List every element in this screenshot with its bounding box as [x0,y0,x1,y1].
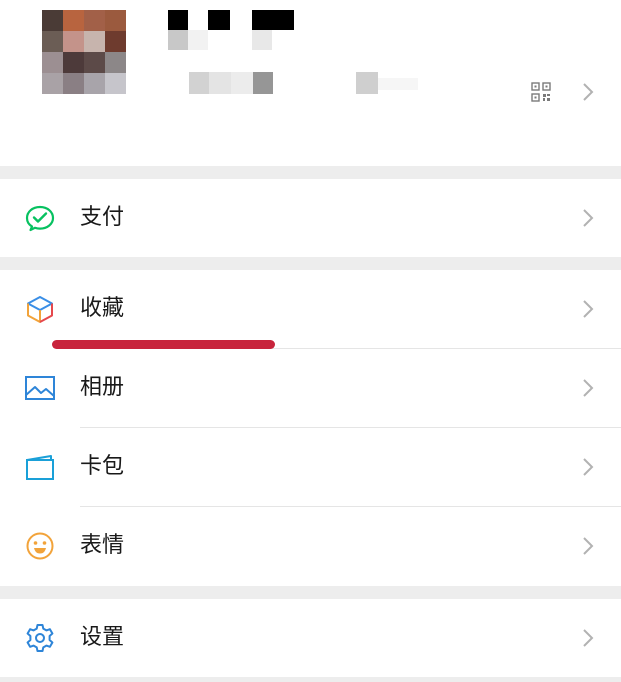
menu-item-label: 收藏 [80,296,125,321]
menu-item-pay[interactable]: 支付 [0,179,621,257]
card-icon [26,455,54,480]
smiley-icon [26,532,54,560]
menu-item-label: 支付 [80,205,125,230]
gear-icon [26,624,54,652]
chevron-right-icon [583,629,594,647]
wechat-pay-icon [25,205,55,232]
menu-item-stickers[interactable]: 表情 [0,507,621,585]
menu-item-label: 设置 [80,625,125,650]
menu-item-label: 相册 [80,375,125,400]
menu-item-cards[interactable]: 卡包 [0,428,621,506]
chevron-right-icon [583,300,594,318]
qr-code-icon[interactable] [531,82,551,102]
pay-section: 支付 [0,179,621,257]
menu-item-settings[interactable]: 设置 [0,599,621,677]
chevron-right-icon [583,537,594,555]
menu-item-album[interactable]: 相册 [0,349,621,427]
chevron-right-icon [583,458,594,476]
chevron-right-icon [583,83,594,101]
settings-section: 设置 [0,599,621,677]
chevron-right-icon [583,379,594,397]
menu-item-favorites[interactable]: 收藏 [0,270,621,348]
photo-icon [25,376,55,400]
highlight-underline [52,340,275,349]
profile-header[interactable] [0,0,621,166]
avatar[interactable] [42,10,126,94]
tools-section: 收藏 相册 卡包 表情 [0,270,621,586]
menu-item-label: 卡包 [80,454,125,479]
cube-icon [27,296,53,323]
menu-item-label: 表情 [80,533,125,558]
chevron-right-icon [583,209,594,227]
